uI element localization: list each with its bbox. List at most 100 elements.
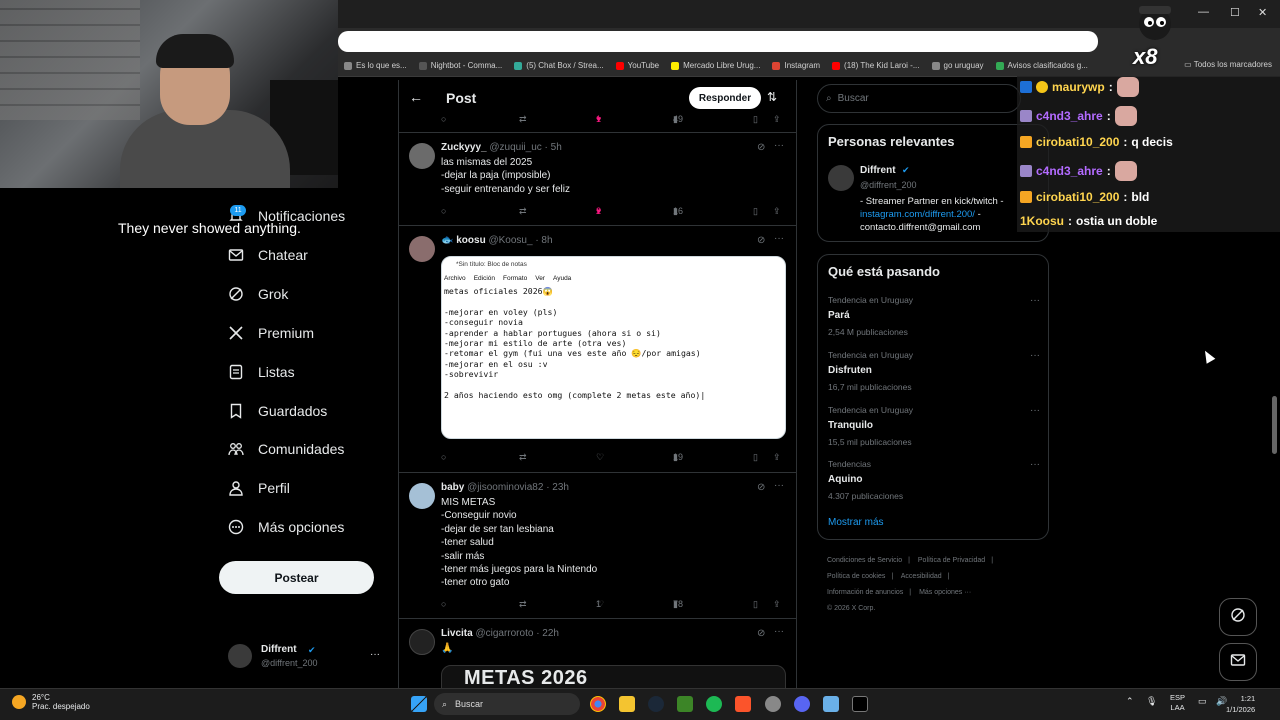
back-arrow-icon[interactable]: ← — [409, 89, 423, 105]
tweet-image[interactable]: METAS 2026 — [441, 665, 786, 688]
retweet-icon[interactable]: ⇄ — [519, 206, 527, 217]
nav-profile[interactable]: Perfil — [228, 480, 290, 496]
taskbar-search[interactable]: ⌕ Buscar — [434, 693, 580, 715]
footer-link[interactable]: Política de Privacidad — [918, 557, 985, 564]
bookmark-item[interactable]: Mercado Libre Urug... — [665, 61, 766, 70]
discord-icon[interactable] — [794, 696, 810, 712]
account-more-icon[interactable]: ··· — [370, 649, 380, 660]
trend-item[interactable]: Tendencia en Uruguay Pará 2,54 M publica… — [828, 295, 1040, 337]
reply-tweet[interactable]: Livcita @cigarroroto · 22h ⊘ ··· 🙏 METAS… — [399, 619, 796, 688]
retweet-icon[interactable]: ⇄ — [519, 599, 527, 610]
bookmark-icon[interactable]: ▯ — [753, 114, 758, 125]
trend-item[interactable]: Tendencias Aquino 4.307 publicaciones ··… — [828, 459, 1040, 501]
notepad-icon[interactable] — [823, 696, 839, 712]
share-icon[interactable]: ⇪ — [773, 452, 781, 463]
maximize-icon[interactable]: ☐ — [1230, 6, 1240, 19]
grok-icon[interactable]: ⊘ — [757, 142, 765, 153]
nav-more-options[interactable]: Más opciones — [228, 519, 344, 535]
bio-link[interactable]: instagram.com/diffrent.200/ — [860, 209, 975, 220]
retweet-icon[interactable]: ⇄ — [519, 114, 527, 125]
url-input[interactable] — [338, 31, 1098, 52]
bookmark-item[interactable]: Avisos clasificados g... — [990, 61, 1094, 70]
bookmark-icon[interactable]: ▯ — [753, 452, 758, 463]
more-icon[interactable]: ··· — [1030, 295, 1040, 306]
reply-icon[interactable]: ○ — [441, 206, 446, 216]
more-icon[interactable]: ··· — [774, 140, 784, 151]
grok-icon[interactable]: ⊘ — [757, 628, 765, 639]
reply-icon[interactable]: ○ — [441, 114, 446, 124]
weather-widget[interactable]: 26°C Prac. despejado — [12, 693, 90, 711]
tray-chevron-icon[interactable]: ⌃ — [1126, 696, 1134, 707]
reply-tweet[interactable]: 🐟 koosu @Koosu_ · 8h ⊘ ··· *Sin título: … — [399, 226, 796, 473]
steam-icon[interactable] — [648, 696, 664, 712]
tweet-image-notepad[interactable]: *Sin título: Bloc de notas Archivo Edici… — [441, 256, 786, 439]
trend-item[interactable]: Tendencia en Uruguay Tranquilo 15,5 mil … — [828, 405, 1040, 447]
reply-icon[interactable]: ○ — [441, 599, 446, 609]
bookmark-icon[interactable]: ▯ — [753, 599, 758, 610]
taskbar-clock[interactable]: 1:21 1/1/2026 — [1226, 693, 1255, 715]
more-icon[interactable]: ··· — [1030, 459, 1040, 470]
footer-link[interactable]: Más opciones ··· — [919, 589, 971, 596]
close-window-icon[interactable]: ✕ — [1258, 6, 1267, 19]
brave-icon[interactable] — [735, 696, 751, 712]
more-icon[interactable]: ··· — [774, 233, 784, 244]
nav-bookmarks[interactable]: Guardados — [228, 403, 327, 419]
bookmark-item[interactable]: go uruguay — [926, 61, 990, 70]
more-icon[interactable]: ··· — [1030, 405, 1040, 416]
bookmark-item[interactable]: Instagram — [766, 61, 826, 70]
microphone-icon[interactable]: 🎙 — [1146, 696, 1157, 707]
bookmark-icon[interactable]: ▯ — [753, 206, 758, 217]
obs-icon[interactable] — [765, 696, 781, 712]
account-switcher[interactable]: Diffrent ✔ @diffrent_200 ··· — [228, 643, 388, 675]
reply-button[interactable]: Responder — [689, 87, 761, 109]
messages-fab[interactable] — [1219, 643, 1257, 681]
share-icon[interactable]: ⇪ — [773, 599, 781, 610]
filter-icon[interactable]: ⇅ — [767, 90, 777, 104]
footer-link[interactable]: Condiciones de Servicio — [827, 557, 902, 564]
footer-link[interactable]: Accesibilidad — [901, 573, 942, 580]
nav-communities[interactable]: Comunidades — [228, 441, 344, 457]
trend-item[interactable]: Tendencia en Uruguay Disfruten 16,7 mil … — [828, 350, 1040, 392]
more-icon[interactable]: ··· — [774, 626, 784, 637]
reply-icon[interactable]: ○ — [441, 452, 446, 462]
file-explorer-icon[interactable] — [619, 696, 635, 712]
monitor-icon[interactable]: ▭ — [1198, 696, 1207, 707]
all-bookmarks-folder[interactable]: ▭ Todos los marcadores — [1184, 60, 1272, 69]
keyboard-layout: LAA — [1170, 703, 1185, 712]
grok-icon[interactable]: ⊘ — [757, 235, 765, 246]
reply-tweet[interactable]: baby @jisoominovia82 · 23h ⊘ ··· MIS MET… — [399, 473, 796, 619]
chrome-icon[interactable] — [590, 696, 606, 712]
minimize-icon[interactable]: — — [1198, 6, 1209, 18]
more-icon[interactable]: ··· — [1030, 350, 1040, 361]
reply-tweet[interactable]: Zuckyyy_ @zuquii_uc · 5h ⊘ ··· las misma… — [399, 133, 796, 226]
grok-icon[interactable]: ⊘ — [757, 482, 765, 493]
chat-badge-icon — [1020, 110, 1032, 122]
bookmark-item[interactable]: YouTube — [610, 61, 665, 70]
post-button[interactable]: Postear — [219, 561, 374, 594]
nav-chat[interactable]: Chatear — [228, 247, 308, 263]
bookmark-item[interactable]: (18) The Kid Laroi -... — [826, 61, 925, 70]
search-input[interactable]: ⌕ Buscar — [817, 84, 1021, 113]
nav-premium[interactable]: Premium — [228, 325, 314, 341]
footer-link[interactable]: Política de cookies — [827, 573, 885, 580]
trend-context: Tendencias — [828, 459, 872, 469]
nav-grok[interactable]: Grok — [228, 286, 288, 302]
share-icon[interactable]: ⇪ — [773, 114, 781, 125]
windows-start-icon[interactable] — [411, 696, 427, 712]
share-icon[interactable]: ⇪ — [773, 206, 781, 217]
retweet-icon[interactable]: ⇄ — [519, 452, 527, 463]
more-icon[interactable]: ··· — [774, 480, 784, 491]
language-indicator[interactable]: ESP LAA — [1170, 693, 1185, 713]
footer-link[interactable]: Información de anuncios — [827, 589, 903, 596]
minecraft-icon[interactable] — [677, 696, 693, 712]
grok-fab[interactable] — [1219, 598, 1257, 636]
nav-lists[interactable]: Listas — [228, 364, 295, 380]
page-scrollbar[interactable] — [1272, 396, 1277, 454]
x-app-icon[interactable] — [852, 696, 868, 712]
bookmark-item[interactable]: (5) Chat Box / Strea... — [508, 61, 609, 70]
user-name[interactable]: Diffrent — [860, 165, 896, 176]
spotify-icon[interactable] — [706, 696, 722, 712]
show-more-link[interactable]: Mostrar más — [828, 517, 884, 528]
bookmark-item[interactable]: Es lo que es... — [338, 61, 413, 70]
bookmark-item[interactable]: Nightbot - Comma... — [413, 61, 509, 70]
